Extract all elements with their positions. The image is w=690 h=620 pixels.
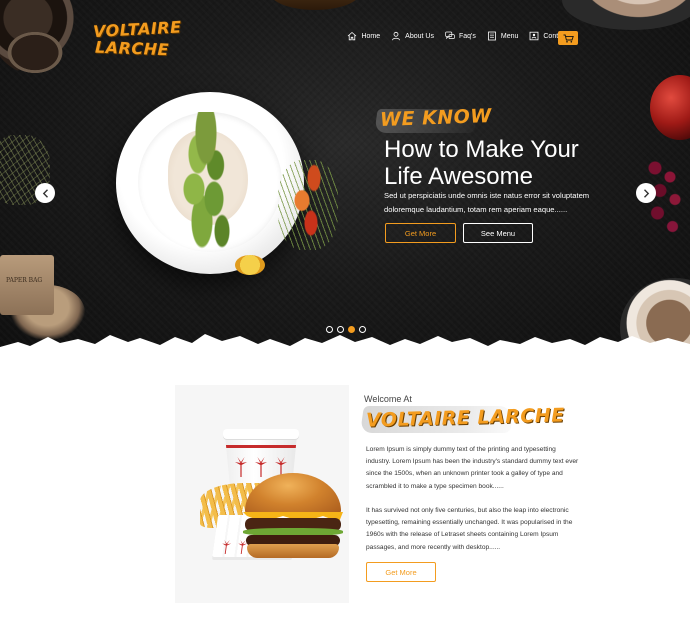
torn-paper-edge	[0, 334, 690, 360]
about-paragraph-1: Lorem Ipsum is simply dummy text of the …	[366, 446, 579, 490]
cup-stripe	[225, 445, 297, 448]
hero-description: Sed ut perspiciatis unde omnis iste natu…	[384, 191, 590, 214]
salad	[166, 112, 246, 252]
salad-plate-image	[116, 92, 304, 274]
book-icon	[487, 31, 497, 41]
hero-see-menu-button[interactable]: See Menu	[463, 223, 533, 243]
burger-meal-image	[175, 385, 349, 603]
logo[interactable]: VOLTAIRE LARCHE	[93, 17, 182, 60]
hero-slider: PAPER BAG VOLTAIRE LARCHE Home About Us	[0, 0, 690, 360]
cookie-decor	[5, 30, 65, 75]
about-brand-title: VOLTAIRE LARCHE	[365, 404, 565, 432]
about-get-more-button[interactable]: Get More	[366, 562, 436, 582]
home-icon	[347, 31, 357, 41]
welcome-label: Welcome At	[364, 394, 412, 404]
palm-tree-icon	[235, 457, 247, 477]
main-nav: Home About Us Faq's Menu Contact Us	[347, 31, 578, 41]
user-icon	[391, 31, 401, 41]
nav-menu[interactable]: Menu	[487, 31, 519, 41]
contact-card-icon	[529, 31, 539, 41]
lemon-decor	[235, 255, 265, 275]
cart-icon	[563, 34, 574, 43]
logo-line-2: LARCHE	[94, 37, 170, 60]
chevron-left-icon	[42, 188, 48, 198]
about-paragraph-2: It has survived not only five centuries,…	[366, 507, 573, 551]
hero-title: How to Make Your Life Awesome	[384, 136, 579, 190]
hero-get-more-button[interactable]: Get More	[385, 223, 456, 243]
nav-menu-label: Menu	[500, 32, 519, 40]
burger-bun-bottom	[247, 544, 339, 558]
nav-home[interactable]: Home	[347, 31, 380, 41]
nav-home-label: Home	[361, 32, 381, 40]
nav-faqs[interactable]: Faq's	[445, 31, 476, 41]
chevron-right-icon	[643, 188, 649, 198]
garnish-decor	[278, 160, 338, 250]
cart-button[interactable]	[558, 31, 578, 45]
nav-about-label: About Us	[405, 32, 434, 40]
palm-tree-icon	[221, 540, 232, 554]
hero-eyebrow: WE KNOW	[379, 105, 493, 131]
nav-faqs-label: Faq's	[458, 32, 476, 40]
slider-next-button[interactable]	[636, 183, 656, 203]
slider-prev-button[interactable]	[35, 183, 55, 203]
nav-about[interactable]: About Us	[391, 31, 434, 41]
palm-tree-icon	[255, 457, 267, 477]
chat-icon	[445, 31, 455, 41]
paper-bag-decor: PAPER BAG	[0, 255, 54, 315]
cup-lid	[223, 429, 299, 439]
paper-bag-label: PAPER BAG	[6, 277, 43, 284]
eyebrow-wrap: WE KNOW	[374, 105, 493, 133]
